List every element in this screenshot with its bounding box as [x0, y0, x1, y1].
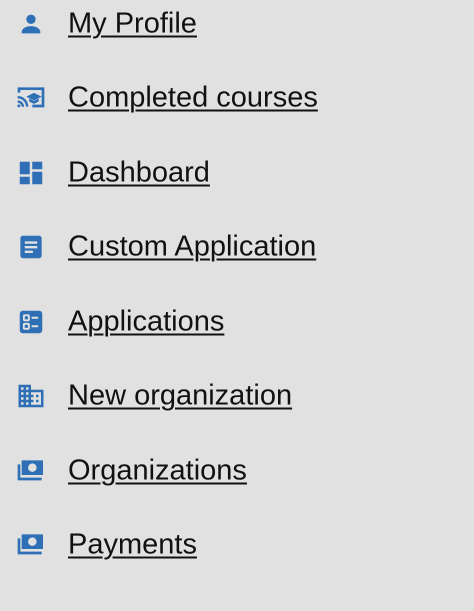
- menu-item-new-organization[interactable]: New organization: [0, 359, 474, 433]
- menu-item-label: New organization: [68, 379, 293, 412]
- menu-item-label: Completed courses: [68, 81, 318, 114]
- menu-item-label: Payments: [68, 528, 197, 561]
- menu-item-custom-application[interactable]: Custom Application: [0, 210, 474, 284]
- menu-item-completed-courses[interactable]: Completed courses: [0, 61, 474, 135]
- menu-item-label: Applications: [68, 305, 225, 338]
- navigation-menu: My Profile Completed courses Dashboard C…: [0, 0, 474, 611]
- menu-item-organizations[interactable]: Organizations: [0, 434, 474, 508]
- menu-item-applications[interactable]: Applications: [0, 285, 474, 359]
- dashboard-icon: [14, 156, 48, 190]
- cast-education-icon: [14, 81, 48, 115]
- menu-item-label: Organizations: [68, 454, 247, 487]
- menu-item-payments[interactable]: Payments: [0, 508, 474, 582]
- payments-icon: [14, 528, 48, 562]
- person-icon: [14, 7, 48, 41]
- document-icon: [14, 230, 48, 264]
- payments-icon: [14, 454, 48, 488]
- menu-item-label: Dashboard: [68, 156, 210, 189]
- list-icon: [14, 305, 48, 339]
- domain-icon: [14, 379, 48, 413]
- menu-item-label: My Profile: [68, 7, 197, 40]
- menu-item-dashboard[interactable]: Dashboard: [0, 136, 474, 210]
- menu-item-label: Custom Application: [68, 230, 317, 263]
- menu-item-my-profile[interactable]: My Profile: [0, 0, 474, 61]
